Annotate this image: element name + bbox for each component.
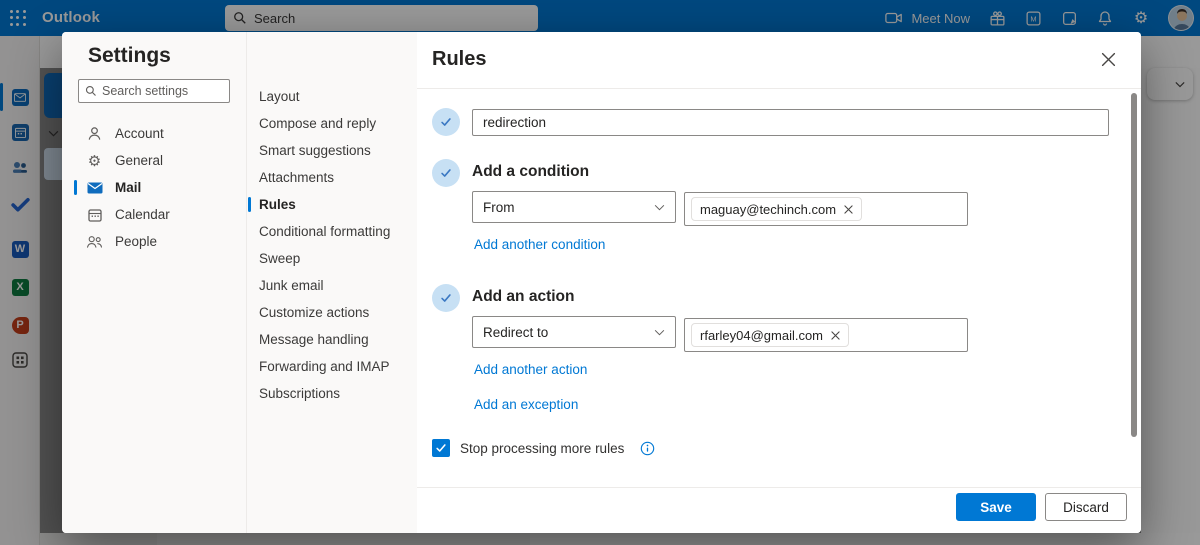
action-selector[interactable]: Redirect to <box>472 316 676 348</box>
category-forwarding-and-imap[interactable]: Forwarding and IMAP <box>247 353 417 380</box>
settings-nav-label: Account <box>115 126 164 141</box>
gear-icon: ⚙ <box>87 152 102 170</box>
mail-categories-column: Layout Compose and reply Smart suggestio… <box>247 32 417 533</box>
condition-step-badge <box>432 159 460 187</box>
category-customize-actions[interactable]: Customize actions <box>247 299 417 326</box>
category-rules[interactable]: Rules <box>247 191 417 218</box>
settings-nav-label: General <box>115 153 164 168</box>
action-heading: Add an action <box>472 288 575 305</box>
settings-nav-label: People <box>115 234 158 249</box>
category-conditional-formatting[interactable]: Conditional formatting <box>247 218 417 245</box>
info-icon[interactable] <box>640 441 655 456</box>
category-label: Smart suggestions <box>259 143 371 158</box>
discard-button[interactable]: Discard <box>1045 493 1127 521</box>
rules-pane: Rules Add a condition From <box>417 32 1141 533</box>
category-label: Forwarding and IMAP <box>259 359 390 374</box>
condition-chip: maguay@techinch.com <box>691 197 863 221</box>
rule-name-input[interactable] <box>472 109 1109 136</box>
category-attachments[interactable]: Attachments <box>247 164 417 191</box>
category-label: Junk email <box>259 278 324 293</box>
category-label: Rules <box>259 197 296 212</box>
category-compose-and-reply[interactable]: Compose and reply <box>247 110 417 137</box>
add-another-condition-link[interactable]: Add another condition <box>474 237 605 252</box>
settings-nav-calendar[interactable]: Calendar <box>62 201 246 228</box>
condition-selector[interactable]: From <box>472 191 676 223</box>
condition-selector-value: From <box>483 199 515 215</box>
settings-nav-people[interactable]: People <box>62 228 246 255</box>
condition-heading: Add a condition <box>472 163 590 180</box>
rule-name-step-badge <box>432 108 460 136</box>
settings-nav-column: Settings Account ⚙ General <box>62 32 247 533</box>
action-step-badge <box>432 284 460 312</box>
stop-processing-label: Stop processing more rules <box>460 440 625 456</box>
category-message-handling[interactable]: Message handling <box>247 326 417 353</box>
add-an-exception-link[interactable]: Add an exception <box>474 397 578 412</box>
category-label: Customize actions <box>259 305 370 320</box>
category-label: Conditional formatting <box>259 224 391 239</box>
category-label: Sweep <box>259 251 301 266</box>
stop-processing-row: Stop processing more rules <box>432 439 655 457</box>
pane-scrollbar[interactable] <box>1131 93 1137 437</box>
category-junk-email[interactable]: Junk email <box>247 272 417 299</box>
remove-chip-icon[interactable] <box>831 330 840 340</box>
people-icon <box>86 235 103 248</box>
category-label: Attachments <box>259 170 335 185</box>
action-chip-label: rfarley04@gmail.com <box>700 327 824 343</box>
chevron-down-icon <box>654 329 665 336</box>
action-value-field[interactable]: rfarley04@gmail.com <box>684 318 968 352</box>
close-button[interactable] <box>1097 48 1119 70</box>
chevron-down-icon <box>654 204 665 211</box>
category-label: Layout <box>259 89 300 104</box>
category-subscriptions[interactable]: Subscriptions <box>247 380 417 407</box>
settings-search-input[interactable] <box>102 84 223 98</box>
person-icon <box>86 126 103 141</box>
condition-value-field[interactable]: maguay@techinch.com <box>684 192 968 226</box>
category-label: Subscriptions <box>259 386 341 401</box>
settings-nav-label: Mail <box>115 180 142 195</box>
mail-icon <box>86 182 103 194</box>
remove-chip-icon[interactable] <box>844 204 853 214</box>
header-divider <box>417 88 1141 89</box>
category-label: Compose and reply <box>259 116 377 131</box>
category-sweep[interactable]: Sweep <box>247 245 417 272</box>
settings-nav-mail[interactable]: Mail <box>62 174 246 201</box>
category-label: Message handling <box>259 332 369 347</box>
action-chip: rfarley04@gmail.com <box>691 323 850 347</box>
save-button[interactable]: Save <box>956 493 1036 521</box>
settings-search-box[interactable] <box>78 79 230 103</box>
settings-nav-list: Account ⚙ General Mail Calendar People <box>62 120 246 255</box>
footer-divider <box>417 487 1141 488</box>
settings-title: Settings <box>88 44 171 67</box>
category-smart-suggestions[interactable]: Smart suggestions <box>247 137 417 164</box>
settings-nav-general[interactable]: ⚙ General <box>62 147 246 174</box>
settings-nav-label: Calendar <box>115 207 170 222</box>
rules-pane-title: Rules <box>432 48 487 70</box>
add-another-action-link[interactable]: Add another action <box>474 362 587 377</box>
close-icon <box>1101 52 1116 67</box>
action-selector-value: Redirect to <box>483 324 549 340</box>
settings-dialog: Settings Account ⚙ General <box>62 32 1141 533</box>
settings-nav-account[interactable]: Account <box>62 120 246 147</box>
search-icon <box>85 85 97 97</box>
category-layout[interactable]: Layout <box>247 83 417 110</box>
outlook-app: Outlook Search Meet Now M ⚙ W X P Settin… <box>0 0 1200 545</box>
stop-processing-checkbox[interactable] <box>432 439 450 457</box>
calendar-icon <box>86 208 103 222</box>
condition-chip-label: maguay@techinch.com <box>700 201 837 217</box>
